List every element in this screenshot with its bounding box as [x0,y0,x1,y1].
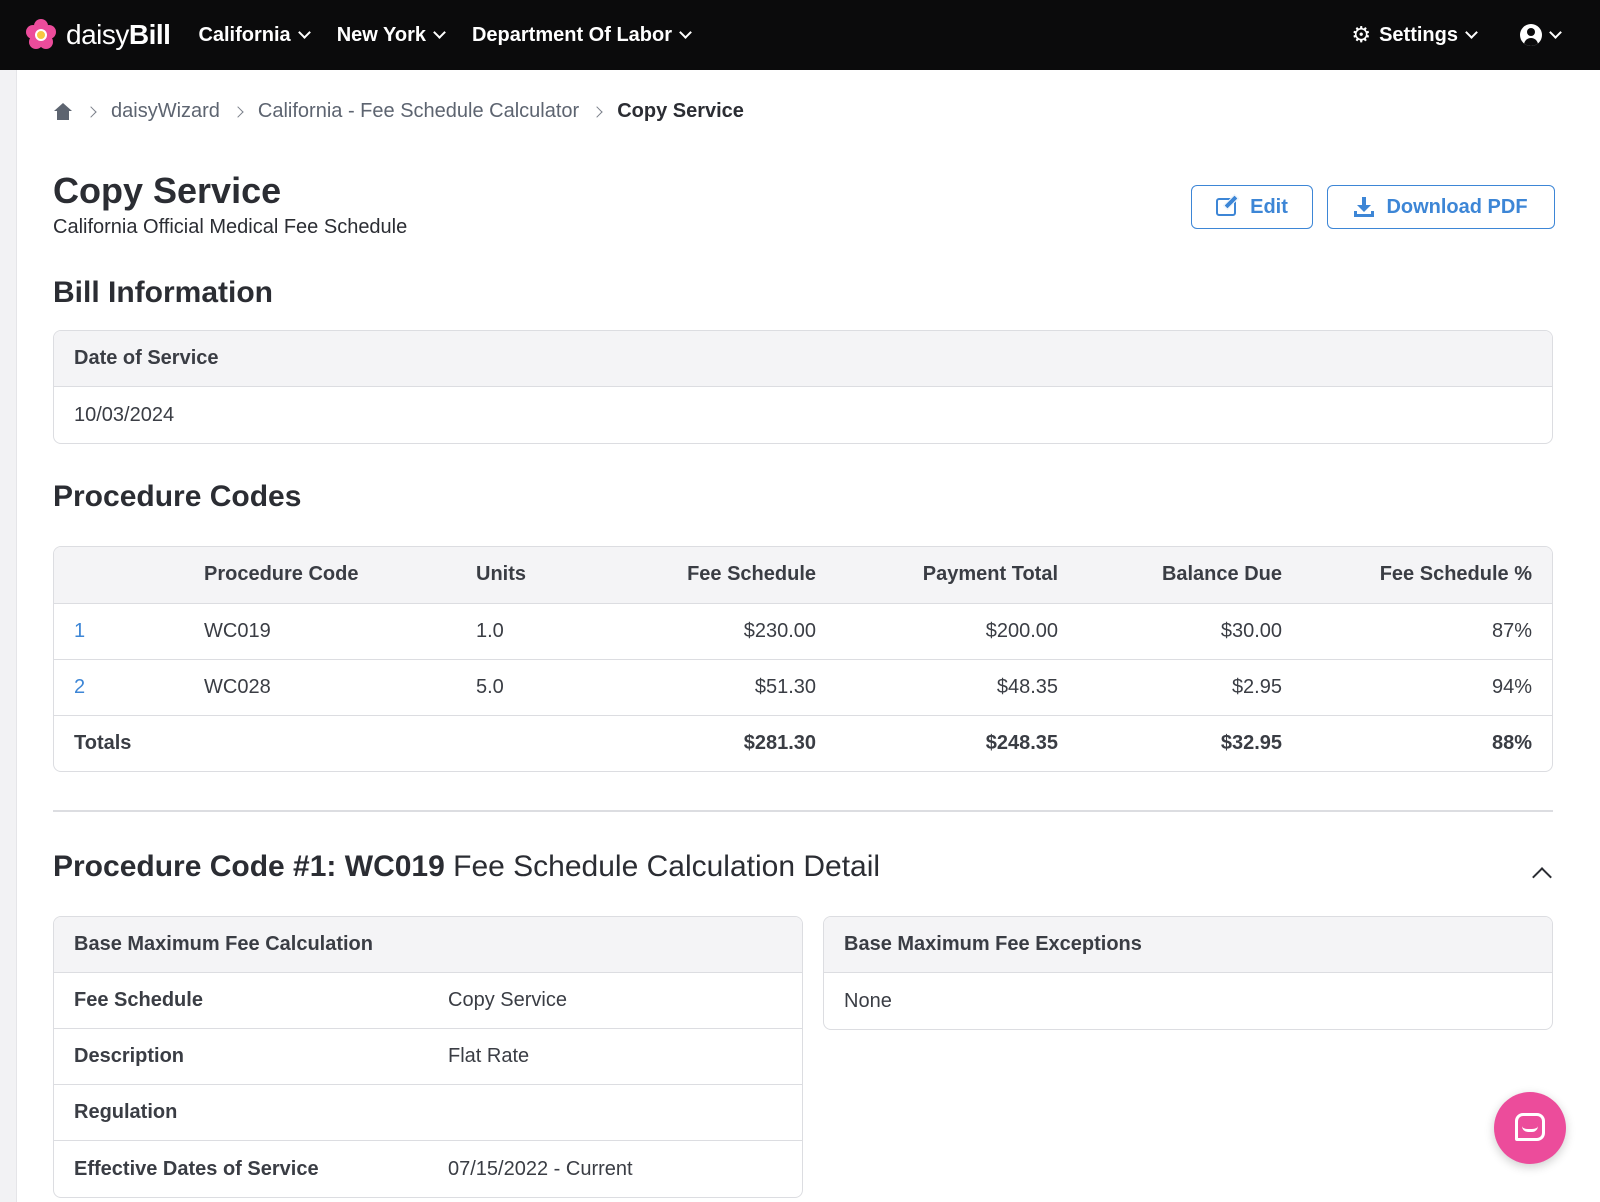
list-item: Description Flat Rate [54,1029,802,1085]
page-subtitle: California Official Medical Fee Schedule [53,216,408,238]
table-cell: $281.30 [743,731,816,754]
chevron-down-icon [679,26,692,39]
breadcrumb: daisyWizard California - Fee Schedule Ca… [53,100,744,123]
table-cell: WC028 [204,659,476,716]
nav-settings[interactable]: ⚙ Settings [1351,22,1478,48]
logo[interactable]: daisyBill [24,18,171,52]
procedure-link-1[interactable]: 1 [74,620,85,642]
column-header: Balance Due [1058,547,1282,604]
chevron-right-icon [232,105,244,118]
table-cell: $230.00 [596,603,816,660]
top-nav: daisyBill California New York Department… [0,0,1600,70]
gear-icon: ⚙ [1351,22,1372,47]
logo-text: daisyBill [66,19,171,50]
procedure-codes-heading: Procedure Codes [53,480,302,513]
table-cell: 5.0 [476,659,596,716]
column-header: Units [476,547,596,604]
table-cell: 87% [1282,603,1552,660]
table-header-row: Procedure Code Units Fee Schedule Paymen… [54,547,1552,604]
table-cell: $248.35 [985,731,1058,754]
bill-information-card: Date of Service 10/03/2024 [53,330,1553,444]
column-header [54,547,204,604]
table-cell: $200.00 [816,603,1058,660]
nav-user-menu[interactable] [1476,24,1562,46]
edit-button[interactable]: Edit [1191,185,1313,229]
divider [53,810,1553,812]
breadcrumb-current: Copy Service [617,100,744,122]
column-header: Fee Schedule [596,547,816,604]
date-of-service-value: 10/03/2024 [74,403,175,426]
download-pdf-button[interactable]: Download PDF [1327,185,1555,229]
date-of-service-label: Date of Service [54,331,1552,387]
download-icon [1354,197,1375,217]
table-row: 2 WC028 5.0 $51.30 $48.35 $2.95 94% [54,659,1552,716]
chevron-down-icon [1549,26,1562,39]
calculation-detail-heading: Procedure Code #1: WC019 Fee Schedule Ca… [53,850,881,883]
table-cell: WC019 [204,603,476,660]
procedure-codes-table: Procedure Code Units Fee Schedule Paymen… [53,546,1553,772]
chevron-right-icon [591,105,603,118]
daisy-flower-icon [24,18,58,52]
home-icon[interactable] [53,102,73,121]
card-title: Base Maximum Fee Exceptions [824,917,1552,973]
edit-icon [1216,198,1237,216]
table-row: 1 WC019 1.0 $230.00 $200.00 $30.00 87% [54,603,1552,660]
table-cell: $48.35 [816,659,1058,716]
card-title: Base Maximum Fee Calculation [54,917,802,973]
chevron-down-icon [433,26,446,39]
column-header: Procedure Code [204,547,476,604]
totals-row: Totals $281.30 $248.35 $32.95 88% [54,715,1552,771]
column-header: Payment Total [816,547,1058,604]
table-cell: 88% [1491,731,1532,754]
user-circle-icon [1520,24,1542,46]
table-cell: 94% [1282,659,1552,716]
chevron-right-icon [85,105,97,118]
breadcrumb-fee-schedule-calculator[interactable]: California - Fee Schedule Calculator [258,100,579,123]
page-title: Copy Service [53,170,282,211]
nav-california[interactable]: California [198,24,311,47]
bill-information-heading: Bill Information [53,276,273,309]
list-item: Effective Dates of Service 07/15/2022 - C… [74,1157,633,1180]
chevron-up-icon[interactable] [1532,867,1552,887]
procedure-link-2[interactable]: 2 [74,676,85,698]
table-cell: $51.30 [596,659,816,716]
chat-launcher-button[interactable] [1494,1092,1566,1164]
table-cell: $32.95 [1220,731,1282,754]
chevron-down-icon [297,26,311,39]
table-cell: $30.00 [1058,603,1282,660]
list-item: Regulation [54,1085,802,1141]
breadcrumb-daisywizard[interactable]: daisyWizard [111,100,220,123]
table-cell: 1.0 [476,603,596,660]
content-panel: daisyWizard California - Fee Schedule Ca… [16,70,1600,1202]
totals-label: Totals [74,731,132,754]
column-header: Fee Schedule % [1282,547,1552,604]
nav-new-york[interactable]: New York [337,24,446,47]
exceptions-value: None [844,989,892,1012]
nav-department-of-labor[interactable]: Department Of Labor [472,24,692,47]
base-maximum-fee-calculation-card: Base Maximum Fee Calculation Fee Schedul… [53,916,803,1198]
list-item: Fee Schedule Copy Service [54,973,802,1029]
base-maximum-fee-exceptions-card: Base Maximum Fee Exceptions None [823,916,1553,1030]
table-cell: $2.95 [1058,659,1282,716]
